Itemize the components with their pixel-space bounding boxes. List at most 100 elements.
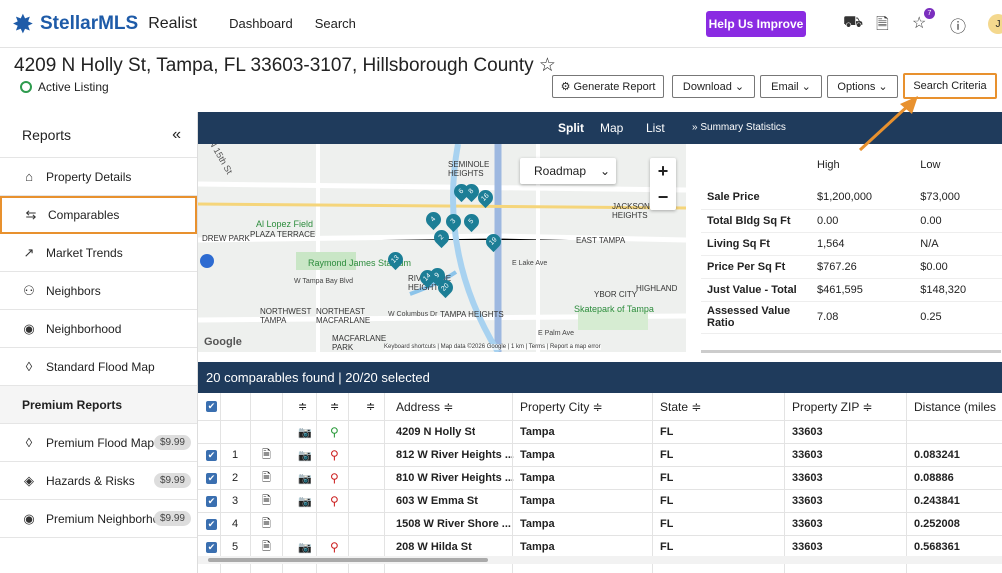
map-type-dropdown[interactable]: Roadmap ⌄: [520, 158, 616, 184]
select-checkbox[interactable]: ✔: [202, 444, 217, 466]
cell-city: Tampa: [520, 426, 555, 438]
camera-icon[interactable]: [294, 513, 298, 535]
select-checkbox[interactable]: ✔: [202, 536, 217, 558]
stats-row: Total Bldg Sq Ft 0.00 0.00: [701, 209, 1002, 233]
camera-icon[interactable]: 📷: [294, 490, 312, 512]
cell-row-number: 4: [232, 518, 239, 530]
table-horizontal-scrollbar[interactable]: [198, 556, 1002, 564]
table-row[interactable]: ✔ 3 🗎 📷 ⚲ 603 W Emma St Tampa FL 33603 0.243841: [198, 490, 1002, 513]
cell-zip: 33603: [792, 472, 823, 484]
tab-split[interactable]: Split: [558, 121, 584, 135]
map-pin-icon[interactable]: ⚲: [326, 536, 339, 558]
sidebar-item-label: Premium Flood Map: [46, 435, 155, 450]
map-pin-icon[interactable]: ⚲: [326, 467, 339, 489]
help-icon[interactable]: ⓘ: [950, 13, 966, 37]
select-checkbox[interactable]: ✔: [202, 513, 217, 535]
cell-distance: 0.08886: [914, 472, 954, 484]
nav-dashboard[interactable]: Dashboard: [229, 16, 293, 31]
map-park-label: Al Lopez Field: [256, 219, 314, 229]
cell-city: Tampa: [520, 472, 555, 484]
sidebar-item-standard-flood-map[interactable]: ◊ Standard Flood Map: [0, 348, 197, 386]
map-view[interactable]: N 15th St SEMINOLE HEIGHTS JACKSON HEIGH…: [198, 144, 686, 352]
camera-icon[interactable]: 📷: [294, 536, 312, 558]
header-distance[interactable]: Distance (miles: [910, 393, 996, 420]
zoom-in-button[interactable]: +: [650, 158, 676, 184]
download-button[interactable]: Download ⌄: [672, 75, 755, 98]
document-icon[interactable]: 🗎: [258, 536, 271, 558]
sort-icon[interactable]: ≑: [362, 393, 375, 420]
select-checkbox[interactable]: ✔: [202, 467, 217, 489]
search-criteria-button[interactable]: Search Criteria: [903, 73, 997, 99]
document-icon[interactable]: 🗎: [258, 490, 271, 512]
col-low: Low: [920, 159, 941, 171]
sidebar-item-hazards-risks[interactable]: ◈ Hazards & Risks $9.99: [0, 462, 197, 500]
map-area-label: NORTHWEST TAMPA: [260, 307, 312, 325]
map-road-label: E Lake Ave: [512, 260, 548, 267]
cell-distance: 0.243841: [914, 495, 960, 507]
summary-statistics-toggle[interactable]: » Summary Statistics: [692, 122, 786, 133]
sidebar-item-market-trends[interactable]: ↗ Market Trends: [0, 234, 197, 272]
document-icon[interactable]: 🗎: [258, 513, 271, 535]
map-pin-icon[interactable]: ⚲: [326, 490, 339, 512]
sort-icon[interactable]: ≑: [326, 393, 339, 420]
sidebar-item-premium-neighborhood[interactable]: ◉ Premium Neighborho... $9.99: [0, 500, 197, 538]
document-icon[interactable]: 🗎: [258, 467, 271, 489]
email-button[interactable]: Email ⌄: [760, 75, 822, 98]
avatar[interactable]: J: [988, 14, 1002, 34]
cell-state: FL: [660, 541, 674, 553]
cell-row-number: 2: [232, 472, 239, 484]
stats-row: Just Value - Total $461,595 $148,320: [701, 278, 1002, 302]
sidebar-item-comparables[interactable]: ⇆ Comparables: [0, 196, 197, 234]
select-checkbox[interactable]: ✔: [202, 490, 217, 512]
map-pin-icon[interactable]: ⚲: [326, 421, 339, 443]
document-icon[interactable]: 🗎: [258, 444, 271, 466]
help-us-improve-button[interactable]: Help Us Improve: [706, 11, 806, 37]
sidebar-item-property-details[interactable]: ⌂ Property Details: [0, 158, 197, 196]
cell-address: 603 W Emma St: [396, 495, 478, 507]
cell-address: 208 W Hilda St: [396, 541, 472, 553]
map-pin-icon[interactable]: [326, 513, 330, 535]
header-address[interactable]: Address ≑: [392, 393, 453, 420]
sidebar-item-neighbors[interactable]: ⚇ Neighbors: [0, 272, 197, 310]
sidebar-item-label: Comparables: [48, 208, 120, 222]
cell-state: FL: [660, 449, 674, 461]
table-row-subject[interactable]: 📷 ⚲ 4209 N Holly St Tampa FL 33603: [198, 421, 1002, 444]
header-zip[interactable]: Property ZIP ≑: [788, 393, 873, 420]
sort-icon[interactable]: ≑: [294, 393, 307, 420]
camera-icon[interactable]: 📷: [294, 444, 312, 466]
map-road-label: E Palm Ave: [538, 330, 575, 337]
chevron-down-icon: ⌄: [600, 164, 611, 178]
stats-scrollbar[interactable]: [701, 350, 1001, 353]
stellar-logo[interactable]: ✸ StellarMLS Realist: [12, 11, 197, 37]
location-pin-icon: [20, 81, 32, 93]
tab-list[interactable]: List: [646, 121, 665, 135]
scrollbar-thumb[interactable]: [208, 558, 488, 562]
camera-icon[interactable]: 📷: [294, 467, 312, 489]
cell-city: Tampa: [520, 495, 555, 507]
header-state[interactable]: State ≑: [656, 393, 701, 420]
sidebar-item-label: Premium Neighborho...: [46, 511, 170, 526]
summary-statistics-panel: High Low Sale Price $1,200,000 $73,000 Tota…: [701, 144, 1002, 352]
generate-report-button[interactable]: ⚙ Generate Report: [552, 75, 664, 98]
nav-search[interactable]: Search: [315, 16, 356, 31]
map-pin-icon[interactable]: ⚲: [326, 444, 339, 466]
map-road-label: W Tampa Bay Blvd: [294, 278, 354, 285]
table-row[interactable]: ✔ 4 🗎 1508 W River Shore ... Tampa FL 33603 0.2…: [198, 513, 1002, 536]
options-button[interactable]: Options ⌄: [827, 75, 898, 98]
collapse-sidebar-icon[interactable]: «: [172, 126, 181, 144]
table-row[interactable]: ✔ 2 🗎 📷 ⚲ 810 W River Heights ... Tampa FL 33603…: [198, 467, 1002, 490]
document-icon[interactable]: 🗎: [876, 13, 889, 40]
zoom-out-button[interactable]: −: [650, 184, 676, 210]
table-row[interactable]: ✔ 1 🗎 📷 ⚲ 812 W River Heights ... Tampa FL 33603…: [198, 444, 1002, 467]
sidebar-item-neighborhood[interactable]: ◉ Neighborhood: [0, 310, 197, 348]
sidebar-item-premium-flood-map[interactable]: ◊ Premium Flood Map $9.99: [0, 424, 197, 462]
cart-icon[interactable]: ⛟: [843, 13, 863, 33]
camera-icon[interactable]: 📷: [294, 421, 312, 443]
cell-city: Tampa: [520, 518, 555, 530]
map-area-label: PLAZA TERRACE: [250, 230, 316, 239]
stats-row: Price Per Sq Ft $767.26 $0.00: [701, 255, 1002, 279]
header-city[interactable]: Property City ≑: [516, 393, 603, 420]
tab-map[interactable]: Map: [600, 121, 623, 135]
cell-state: FL: [660, 472, 674, 484]
select-all-checkbox[interactable]: ✔: [202, 393, 217, 420]
